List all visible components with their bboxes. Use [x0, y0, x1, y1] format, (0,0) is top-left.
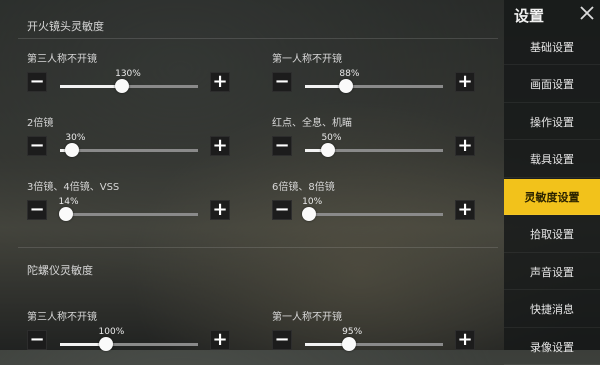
slider-label: 红点、全息、机瞄 [272, 118, 352, 129]
sidebar-title: 设置 [514, 7, 545, 25]
slider-handle[interactable] [321, 143, 336, 157]
slider-handle[interactable] [65, 143, 80, 157]
slider-label: 第三人称不开镜 [27, 54, 97, 65]
close-icon[interactable] [578, 4, 596, 22]
sidebar-item[interactable]: 基础设置 [504, 29, 600, 65]
slider-track[interactable] [302, 207, 443, 221]
slider-value: 95% [342, 327, 363, 337]
slider-value: 14% [58, 197, 79, 207]
slider-value: 100% [98, 327, 125, 337]
divider [18, 247, 498, 248]
decrease-button[interactable]: − [27, 72, 47, 92]
sidebar-item[interactable]: 画面设置 [504, 67, 600, 103]
slider-fill [60, 85, 123, 88]
sidebar-item[interactable]: 声音设置 [504, 254, 600, 290]
slider-handle[interactable] [98, 337, 113, 351]
decrease-button[interactable]: − [272, 200, 292, 220]
sidebar-item[interactable]: 操作设置 [504, 104, 600, 140]
decrease-button[interactable]: − [272, 136, 292, 156]
increase-button[interactable]: + [455, 200, 475, 220]
slider-label: 第三人称不开镜 [27, 312, 97, 323]
slider-track[interactable] [60, 79, 198, 93]
decrease-button[interactable]: − [27, 330, 47, 350]
slider-label: 6倍镜、8倍镜 [272, 182, 335, 193]
decrease-button[interactable]: − [27, 200, 47, 220]
slider-handle[interactable] [342, 337, 357, 351]
slider-track[interactable] [305, 337, 443, 351]
slider-track[interactable] [305, 79, 443, 93]
decrease-button[interactable]: − [272, 72, 292, 92]
sidebar-item[interactable]: 快捷消息 [504, 292, 600, 328]
increase-button[interactable]: + [455, 136, 475, 156]
increase-button[interactable]: + [455, 72, 475, 92]
increase-button[interactable]: + [210, 200, 230, 220]
increase-button[interactable]: + [210, 136, 230, 156]
slider-value: 50% [321, 133, 342, 143]
section-title-gyro: 陀螺仪灵敏度 [27, 264, 93, 277]
slider-track[interactable] [305, 143, 443, 157]
increase-button[interactable]: + [455, 330, 475, 350]
slider-value: 130% [115, 69, 141, 79]
sensitivity-panel: 开火镜头灵敏度 陀螺仪灵敏度 第三人称不开镜 − 130% + 第一人称不开镜 − 88% +… [0, 0, 504, 351]
section-title-scope: 开火镜头灵敏度 [27, 20, 104, 33]
sidebar-header: 设置 [504, 0, 600, 30]
slider-value: 88% [339, 69, 360, 79]
slider-value: 10% [302, 197, 323, 207]
slider-track[interactable] [58, 207, 198, 221]
settings-sidebar: 设置 基础设置 画面设置 操作设置 载具设置 灵敏度设置 拾取设置 声音设置 快捷消息 录像设置 [504, 0, 600, 365]
slider-track[interactable] [60, 337, 198, 351]
sidebar-item[interactable]: 灵敏度设置 [504, 179, 600, 215]
slider-label: 第一人称不开镜 [272, 312, 342, 323]
decrease-button[interactable]: − [272, 330, 292, 350]
divider [18, 38, 498, 39]
increase-button[interactable]: + [210, 72, 230, 92]
sidebar-item[interactable]: 载具设置 [504, 142, 600, 178]
sidebar-item[interactable]: 录像设置 [504, 329, 600, 365]
slider-handle[interactable] [58, 207, 73, 221]
sidebar-item[interactable]: 拾取设置 [504, 217, 600, 253]
slider-label: 第一人称不开镜 [272, 54, 342, 65]
decrease-button[interactable]: − [27, 136, 47, 156]
slider-value: 30% [65, 133, 86, 143]
slider-label: 2倍镜 [27, 118, 54, 129]
slider-handle[interactable] [339, 79, 354, 93]
slider-handle[interactable] [302, 207, 317, 221]
slider-label: 3倍镜、4倍镜、VSS [27, 182, 120, 193]
increase-button[interactable]: + [210, 330, 230, 350]
slider-handle[interactable] [115, 79, 130, 93]
slider-track[interactable] [60, 143, 198, 157]
